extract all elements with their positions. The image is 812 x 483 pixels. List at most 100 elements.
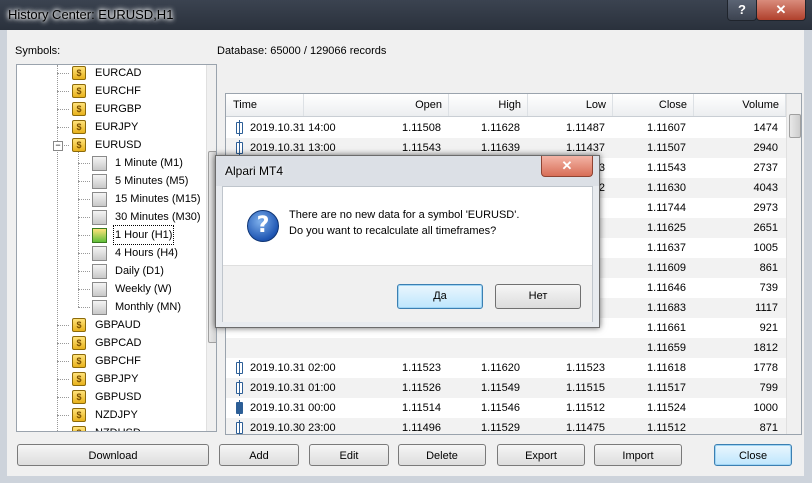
- tree-item-eurcad[interactable]: $ EURCAD: [17, 65, 202, 82]
- table-row[interactable]: 2019.10.30 23:00 1.11496 1.11529 1.11475 1.1…: [226, 418, 786, 434]
- tree-item-timeframe[interactable]: 15 Minutes (M15): [17, 190, 202, 208]
- delete-button[interactable]: Delete: [398, 444, 486, 466]
- tree-item-label: GBPJPY: [95, 373, 139, 385]
- tree-item-label: GBPUSD: [95, 391, 142, 403]
- candle-icon: [236, 360, 243, 376]
- tree-item-gbpaud[interactable]: $ GBPAUD: [17, 316, 202, 334]
- export-button[interactable]: Export: [497, 444, 585, 466]
- table-row[interactable]: 2019.10.31 14:00 1.11508 1.11628 1.11487 1.1…: [226, 118, 786, 138]
- table-cell-close: 1.11630: [647, 182, 686, 194]
- tree-item-label: 5 Minutes (M5): [115, 175, 189, 187]
- column-header-volume[interactable]: Volume: [694, 94, 786, 116]
- table-cell-close: 1.11646: [647, 282, 686, 294]
- window-titlebar[interactable]: History Center: EURUSD,H1 ? ✕: [0, 0, 812, 30]
- edit-button[interactable]: Edit: [309, 444, 389, 466]
- tree-item-timeframe[interactable]: 5 Minutes (M5): [17, 172, 202, 190]
- tree-item-eurusd[interactable]: − $ EURUSD: [17, 136, 202, 154]
- collapse-toggle[interactable]: −: [53, 141, 63, 151]
- table-scroll-thumb[interactable]: [789, 114, 801, 138]
- no-button[interactable]: Нет: [495, 284, 581, 309]
- tree-item-eurjpy[interactable]: $ EURJPY: [17, 118, 202, 136]
- table-row[interactable]: 1.11659 1812: [226, 338, 786, 358]
- symbol-icon: $: [72, 354, 86, 368]
- table-cell-high: 1.11549: [481, 382, 520, 394]
- tree-item-timeframe[interactable]: Weekly (W): [17, 280, 202, 298]
- table-cell-volume: 799: [759, 382, 778, 394]
- tree-item-label: NZDUSD: [94, 424, 142, 431]
- table-cell-close: 1.11637: [647, 242, 686, 254]
- table-cell-volume: 1000: [753, 402, 778, 414]
- column-header-high[interactable]: High: [449, 94, 528, 116]
- tree-item-nzdjpy[interactable]: $ NZDJPY: [17, 406, 202, 424]
- symbol-icon: $: [72, 120, 86, 134]
- tree-item-timeframe[interactable]: 30 Minutes (M30): [17, 208, 202, 226]
- tree-item-label: EURCAD: [95, 67, 142, 79]
- symbol-icon: $: [72, 336, 86, 350]
- tree-item-label: EURUSD: [95, 139, 142, 151]
- table-cell-close: 1.11659: [647, 342, 686, 354]
- tree-item-timeframe[interactable]: 1 Minute (M1): [17, 154, 202, 172]
- table-cell-low: 1.11523: [566, 362, 605, 374]
- table-cell-volume: 1005: [753, 242, 778, 254]
- table-cell-volume: 1778: [753, 362, 778, 374]
- tree-item-gbpusd[interactable]: $ GBPUSD: [17, 388, 202, 406]
- tree-item-eurgbp[interactable]: $ EURGBP: [17, 100, 202, 118]
- tree-item-label: GBPCAD: [95, 337, 142, 349]
- dialog-body: ? There are no new data for a symbol 'EU…: [222, 186, 593, 322]
- table-cell-close: 1.11517: [647, 382, 686, 394]
- table-cell-open: 1.11523: [402, 362, 441, 374]
- tree-item-label: Monthly (MN): [115, 301, 182, 313]
- symbol-icon: $: [72, 390, 86, 404]
- table-row[interactable]: 2019.10.31 00:00 1.11514 1.11546 1.11512 1.1…: [226, 398, 786, 418]
- column-header-open[interactable]: Open: [304, 94, 449, 116]
- table-cell-close: 1.11744: [647, 202, 686, 214]
- table-cell-high: 1.11620: [481, 362, 520, 374]
- table-cell-low: [528, 338, 605, 358]
- tree-item-gbpcad[interactable]: $ GBPCAD: [17, 334, 202, 352]
- dialog-titlebar[interactable]: Alpari MT4 ✕: [216, 156, 599, 186]
- column-header-low[interactable]: Low: [528, 94, 613, 116]
- symbol-icon: $: [72, 138, 86, 152]
- table-scrollbar[interactable]: [786, 94, 801, 434]
- tree-item-gbpjpy[interactable]: $ GBPJPY: [17, 370, 202, 388]
- table-cell-open: 1.11508: [402, 122, 441, 134]
- symbol-icon: $: [72, 66, 86, 80]
- download-button[interactable]: Download: [17, 444, 209, 466]
- table-cell-close: 1.11661: [647, 322, 686, 334]
- tree-item-label: 1 Minute (M1): [115, 157, 183, 169]
- help-button[interactable]: ?: [727, 0, 757, 21]
- tree-item-gbpchf[interactable]: $ GBPCHF: [17, 352, 202, 370]
- symbol-icon: $: [72, 84, 86, 98]
- close-button[interactable]: Close: [714, 444, 792, 466]
- column-header-close[interactable]: Close: [613, 94, 694, 116]
- table-row[interactable]: 2019.10.31 01:00 1.11526 1.11549 1.11515 1.1…: [226, 378, 786, 398]
- timeframe-icon: [92, 246, 107, 261]
- window-close-button[interactable]: ✕: [756, 0, 806, 21]
- table-cell-volume: 1117: [755, 302, 778, 314]
- table-cell-volume: 1812: [753, 342, 778, 354]
- add-button[interactable]: Add: [219, 444, 299, 466]
- tree-item-eurchf[interactable]: $ EURCHF: [17, 82, 202, 100]
- table-row[interactable]: 2019.10.31 02:00 1.11523 1.11620 1.11523 1.1…: [226, 358, 786, 378]
- column-header-time[interactable]: Time: [226, 94, 304, 116]
- tree-item-timeframe[interactable]: Daily (D1): [17, 262, 202, 280]
- import-button[interactable]: Import: [594, 444, 682, 466]
- dialog-message-line-2: Do you want to recalculate all timeframe…: [289, 225, 497, 237]
- table-cell-close: 1.11507: [647, 142, 686, 154]
- question-icon: ?: [247, 210, 279, 242]
- tree-item-timeframe[interactable]: Monthly (MN): [17, 298, 202, 316]
- tree-item-label: 30 Minutes (M30): [115, 211, 201, 223]
- tree-item-label: 1 Hour (H1): [112, 225, 175, 245]
- yes-button[interactable]: Да: [397, 284, 483, 309]
- timeframe-icon: [92, 192, 107, 207]
- candle-icon: [236, 420, 243, 434]
- timeframe-icon: [92, 210, 107, 225]
- dialog-close-button[interactable]: ✕: [541, 156, 593, 177]
- symbols-tree[interactable]: $ EURCAD $ EURCHF $ EURGBP $ EURJPY − $ EURUSD 1 Mi…: [16, 64, 217, 432]
- tree-item-timeframe[interactable]: 4 Hours (H4): [17, 244, 202, 262]
- tree-item-nzdusd[interactable]: $ NZDUSD: [17, 424, 202, 431]
- dialog-title: Alpari MT4: [225, 164, 284, 178]
- symbol-icon: $: [72, 408, 86, 422]
- tree-item-timeframe[interactable]: 1 Hour (H1): [17, 225, 202, 245]
- table-cell-high: 1.11529: [481, 422, 520, 434]
